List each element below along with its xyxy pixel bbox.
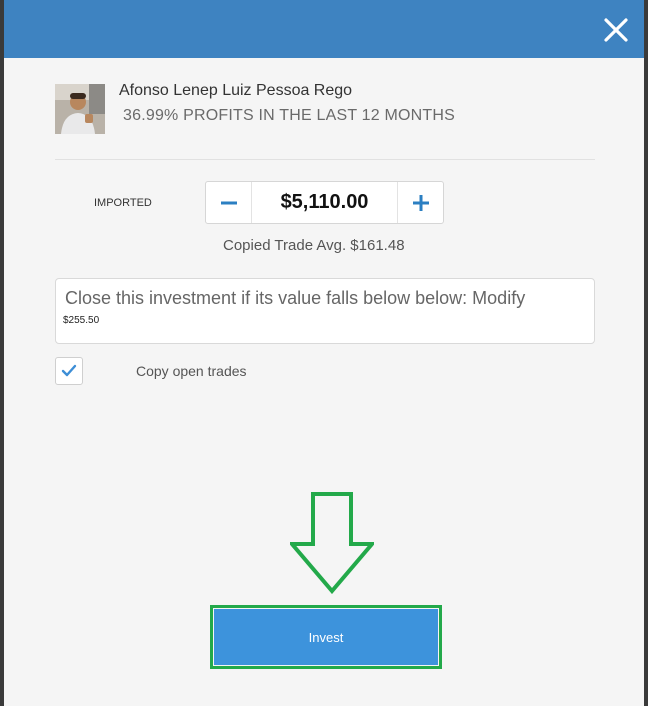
trader-avatar xyxy=(55,84,105,134)
divider xyxy=(55,159,595,160)
amount-label: IMPORTED xyxy=(94,197,152,209)
copy-open-trades-label: Copy open trades xyxy=(136,363,247,379)
copy-trader-modal: Afonso Lenep Luiz Pessoa Rego 36.99% PRO… xyxy=(4,0,644,706)
amount-stepper: $5,110.00 xyxy=(205,181,444,224)
stop-loss-box[interactable]: Close this investment if its value falls… xyxy=(55,278,595,344)
copied-trade-avg: Copied Trade Avg. $161.48 xyxy=(223,237,405,254)
trader-profit-text: 36.99% PROFITS IN THE LAST 12 MONTHS xyxy=(123,107,456,124)
amount-value[interactable]: $5,110.00 xyxy=(252,191,397,214)
copy-open-trades-checkbox[interactable] xyxy=(55,357,83,385)
increase-amount-button[interactable] xyxy=(397,182,443,223)
checkmark-icon xyxy=(61,364,77,377)
close-icon[interactable] xyxy=(602,16,630,44)
invest-button[interactable]: Invest xyxy=(214,609,438,665)
stop-loss-value: $255.50 xyxy=(63,315,100,326)
modal-header xyxy=(4,0,644,58)
decrease-amount-button[interactable] xyxy=(206,182,252,223)
plus-icon xyxy=(412,194,429,211)
stop-loss-text[interactable]: Close this investment if its value falls… xyxy=(65,288,525,309)
down-arrow-icon xyxy=(290,492,374,594)
trader-name: Afonso Lenep Luiz Pessoa Rego xyxy=(119,82,353,99)
minus-icon xyxy=(220,201,237,204)
